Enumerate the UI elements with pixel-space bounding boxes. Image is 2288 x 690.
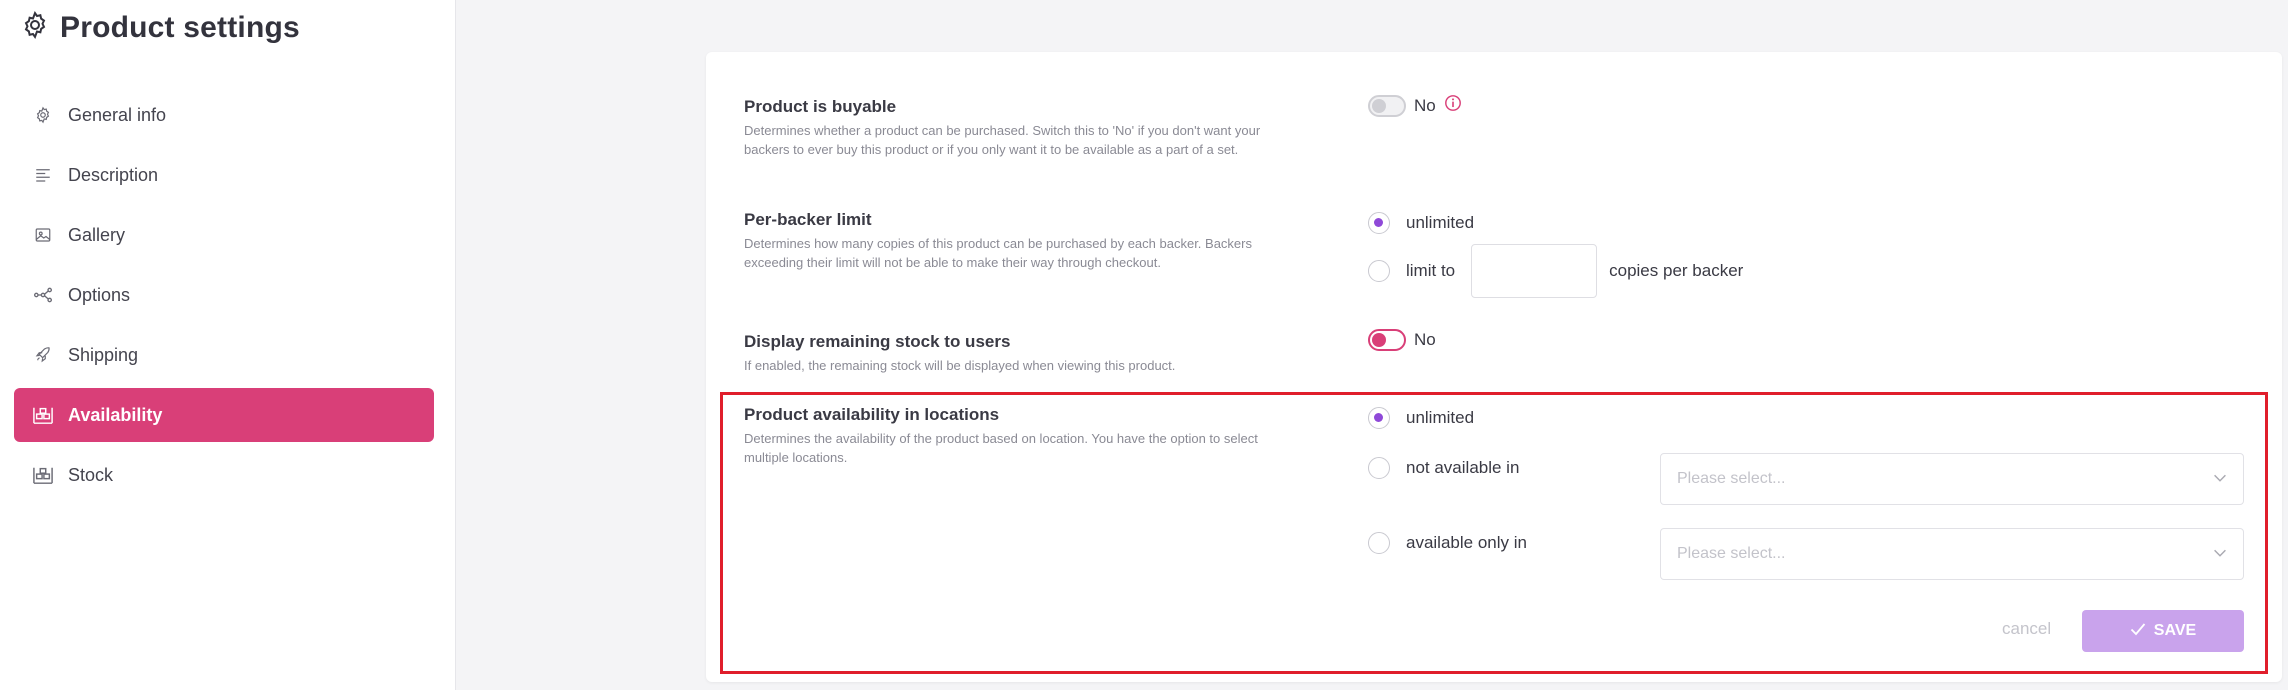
setting-description: Determines how many copies of this produ…	[744, 236, 1252, 270]
save-label: SAVE	[2153, 622, 2197, 639]
sidebar-item-label: Options	[68, 284, 131, 305]
sidebar-item-label: Shipping	[68, 344, 139, 365]
warehouse-icon	[32, 464, 54, 486]
sidebar-item-general-info[interactable]: General info	[14, 88, 434, 142]
display-stock-toggle[interactable]	[1368, 329, 1406, 351]
radio-label: unlimited	[1406, 213, 1475, 232]
radio-label: limit to	[1406, 261, 1456, 280]
radio-limit-to[interactable]	[1368, 260, 1390, 282]
sidebar-item-stock[interactable]: Stock	[14, 448, 434, 502]
display-stock-value: No	[1414, 330, 1436, 349]
setting-buyable: Product is buyable Determines whether a …	[744, 97, 1274, 159]
check-icon	[2130, 622, 2146, 641]
rocket-icon	[32, 344, 54, 366]
cancel-button[interactable]: cancel	[2002, 619, 2051, 639]
buyable-control: No	[1368, 94, 1462, 117]
sidebar-item-description[interactable]: Description	[14, 148, 434, 202]
setting-label: Product is buyable	[744, 97, 897, 116]
setting-description: If enabled, the remaining stock will be …	[744, 358, 1176, 373]
limit-quantity-input[interactable]	[1471, 244, 1598, 298]
setting-label: Per-backer limit	[744, 210, 872, 229]
per-backer-limit: limit to copies per backer	[1368, 244, 1743, 298]
gear-icon	[32, 104, 54, 126]
text-lines-icon	[32, 164, 54, 186]
warehouse-icon	[32, 404, 54, 426]
nodes-icon	[32, 284, 54, 306]
buyable-toggle[interactable]	[1368, 94, 1406, 117]
sidebar-item-gallery[interactable]: Gallery	[14, 208, 434, 262]
display-stock-control: No	[1368, 329, 1436, 351]
setting-per-backer: Per-backer limit Determines how many cop…	[744, 210, 1274, 272]
page-title: Product settings	[20, 10, 300, 45]
sidebar-item-options[interactable]: Options	[14, 268, 434, 322]
gear-icon	[20, 10, 50, 45]
per-backer-unlimited[interactable]: unlimited	[1368, 212, 1474, 234]
save-button[interactable]: SAVE	[2082, 610, 2244, 652]
setting-description: Determines whether a product can be purc…	[744, 123, 1261, 157]
limit-suffix: copies per backer	[1609, 261, 1744, 280]
sidebar-item-label: Description	[68, 164, 159, 185]
sidebar-item-availability[interactable]: Availability	[14, 388, 434, 442]
sidebar: Product settings General info Descriptio…	[0, 0, 456, 690]
buyable-value: No	[1414, 95, 1436, 115]
sidebar-item-label: Stock	[68, 464, 114, 485]
sidebar-item-shipping[interactable]: Shipping	[14, 328, 434, 382]
setting-display-stock: Display remaining stock to users If enab…	[744, 332, 1274, 375]
radio-unlimited[interactable]	[1368, 212, 1390, 234]
page-title-text: Product settings	[60, 10, 300, 44]
sidebar-nav: General info Description Gallery Options…	[14, 88, 434, 508]
info-icon[interactable]	[1444, 94, 1462, 117]
setting-label: Display remaining stock to users	[744, 332, 1011, 351]
sidebar-item-label: Availability	[68, 404, 163, 425]
sidebar-item-label: General info	[68, 104, 167, 125]
image-icon	[32, 224, 54, 246]
sidebar-item-label: Gallery	[68, 224, 126, 245]
